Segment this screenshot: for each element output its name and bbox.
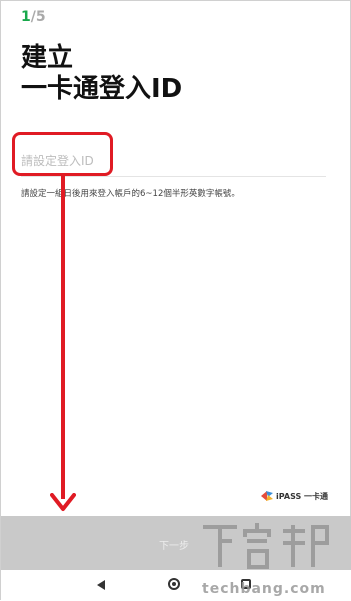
- annotation-arrow-head-icon: [50, 493, 76, 511]
- step-indicator: 1/5: [21, 9, 46, 25]
- ipass-brand-text: iPASS 一卡通: [276, 491, 329, 501]
- back-icon[interactable]: [96, 579, 106, 591]
- watermark-text: techbang.com: [202, 581, 326, 597]
- page-title: 建立 一卡通登入ID: [21, 43, 182, 105]
- step-total: /5: [30, 9, 46, 25]
- annotation-arrow-shaft: [61, 173, 65, 499]
- ipass-brand: iPASS 一卡通: [260, 490, 328, 502]
- title-line-1: 建立: [21, 43, 74, 73]
- ipass-logo-icon: [261, 491, 273, 501]
- app-frame: 1/5 建立 一卡通登入ID 請設定一組日後用來登入帳戶的6~12個半形英數字帳…: [0, 0, 351, 601]
- step-current: 1: [21, 9, 31, 25]
- annotation-highlight-box: [12, 132, 113, 176]
- title-line-2: 一卡通登入ID: [21, 74, 183, 104]
- next-button-label: 下一步: [159, 541, 189, 552]
- home-icon[interactable]: [168, 578, 180, 590]
- login-id-hint: 請設定一組日後用來登入帳戶的6~12個半形英數字帳號。: [21, 189, 240, 199]
